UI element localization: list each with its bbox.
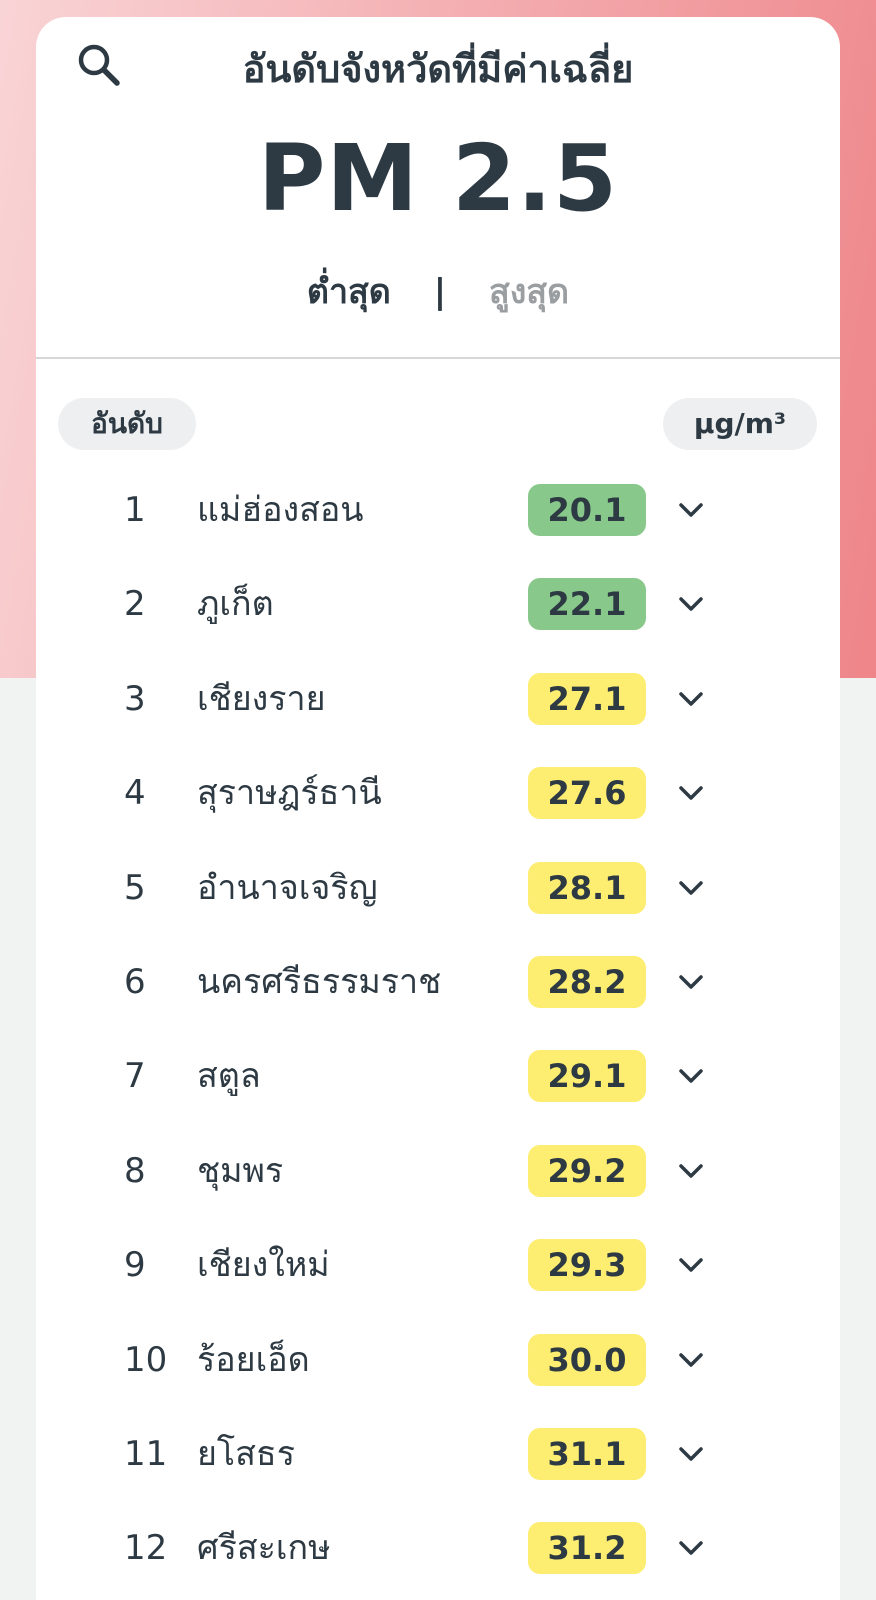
chevron-down-icon[interactable] (672, 1529, 710, 1567)
province-name: แม่ฮ่องสอน (197, 490, 364, 530)
list-item[interactable]: 5 อำนาจเจริญ 28.1 (36, 840, 840, 934)
chevron-down-icon[interactable] (672, 774, 710, 812)
chevron-down-icon[interactable] (672, 491, 710, 529)
chevron-down-icon[interactable] (672, 1152, 710, 1190)
list-item[interactable]: 12 ศรีสะเกษ 31.2 (36, 1500, 840, 1594)
chevron-down-icon[interactable] (672, 1435, 710, 1473)
list-item[interactable]: 3 เชียงราย 27.1 (36, 651, 840, 745)
rank-number: 5 (124, 867, 146, 908)
rank-number: 2 (124, 584, 146, 625)
rank-number: 3 (124, 678, 146, 719)
pm25-value-badge: 31.2 (528, 1522, 646, 1575)
province-name: สุราษฎร์ธานี (197, 773, 382, 814)
rank-number: 11 (124, 1433, 168, 1474)
list-item[interactable]: 9 เชียงใหม่ 29.3 (36, 1217, 840, 1311)
province-name: ร้อยเอ็ด (197, 1339, 310, 1380)
list-item[interactable]: 11 ยโสธร 31.1 (36, 1406, 840, 1500)
chevron-down-icon[interactable] (672, 963, 710, 1001)
chevron-down-icon[interactable] (672, 1246, 710, 1284)
list-item[interactable]: 7 สตูล 29.1 (36, 1028, 840, 1122)
rank-number: 4 (124, 773, 146, 814)
page-title: อันดับจังหวัดที่มีค่าเฉลี่ย (242, 47, 634, 91)
unit-column-header: µg/m³ (663, 398, 817, 450)
province-name: ชุมพร (197, 1150, 284, 1191)
rank-number: 6 (124, 961, 146, 1002)
chevron-down-icon[interactable] (672, 869, 710, 907)
tab-lowest[interactable]: ต่ำสุด (307, 272, 391, 312)
pm25-value-badge: 20.1 (528, 484, 646, 536)
chevron-down-icon[interactable] (672, 585, 710, 623)
list-item[interactable]: 1 แม่ฮ่องสอน 20.1 (36, 462, 840, 556)
pm25-value-badge: 28.1 (528, 861, 646, 914)
ranking-card: อันดับจังหวัดที่มีค่าเฉลี่ย PM 2.5 ต่ำสุ… (36, 17, 840, 1600)
province-name: อำนาจเจริญ (197, 867, 378, 908)
pm25-value-badge: 30.0 (528, 1333, 646, 1386)
province-name: เชียงราย (197, 678, 326, 719)
pm25-value-badge: 27.1 (528, 672, 646, 725)
rank-number: 1 (124, 490, 146, 530)
province-name: นครศรีธรรมราช (197, 961, 442, 1002)
page-title-pm25: PM 2.5 (258, 125, 618, 232)
chevron-down-icon[interactable] (672, 680, 710, 718)
list-item[interactable]: 4 สุราษฎร์ธานี 27.6 (36, 745, 840, 839)
divider (36, 357, 840, 359)
province-name: เชียงใหม่ (197, 1245, 330, 1286)
pm25-value-badge: 27.6 (528, 767, 646, 820)
tab-separator: | (433, 272, 447, 312)
rank-column-header: อันดับ (58, 398, 196, 450)
list-item[interactable]: 8 ชุมพร 29.2 (36, 1123, 840, 1217)
list-item[interactable]: 10 ร้อยเอ็ด 30.0 (36, 1312, 840, 1406)
rank-number: 8 (124, 1150, 146, 1191)
sort-tabs: ต่ำสุด | สูงสุด (36, 267, 840, 317)
pm25-value-badge: 31.1 (528, 1427, 646, 1480)
pm25-value-badge: 29.3 (528, 1239, 646, 1292)
province-name: สตูล (197, 1056, 261, 1097)
province-name: ยโสธร (197, 1433, 295, 1474)
list-item[interactable]: 6 นครศรีธรรมราช 28.2 (36, 934, 840, 1028)
pm25-value-badge: 29.1 (528, 1050, 646, 1103)
tab-highest[interactable]: สูงสุด (489, 272, 569, 312)
pm25-value-badge: 29.2 (528, 1144, 646, 1197)
chevron-down-icon[interactable] (672, 1057, 710, 1095)
list-item[interactable]: 2 ภูเก็ต 22.1 (36, 556, 840, 650)
pm25-value-badge: 22.1 (528, 578, 646, 631)
ranking-list: 1 แม่ฮ่องสอน 20.1 2 ภูเก็ต 22.1 3 เชียงราย 27.1 4… (36, 462, 840, 1595)
chevron-down-icon[interactable] (672, 1341, 710, 1379)
province-name: ศรีสะเกษ (197, 1528, 331, 1569)
rank-number: 12 (124, 1528, 168, 1569)
rank-number: 7 (124, 1056, 146, 1097)
province-name: ภูเก็ต (197, 584, 274, 625)
rank-number: 10 (124, 1339, 168, 1380)
pm25-value-badge: 28.2 (528, 955, 646, 1008)
rank-number: 9 (124, 1245, 146, 1286)
